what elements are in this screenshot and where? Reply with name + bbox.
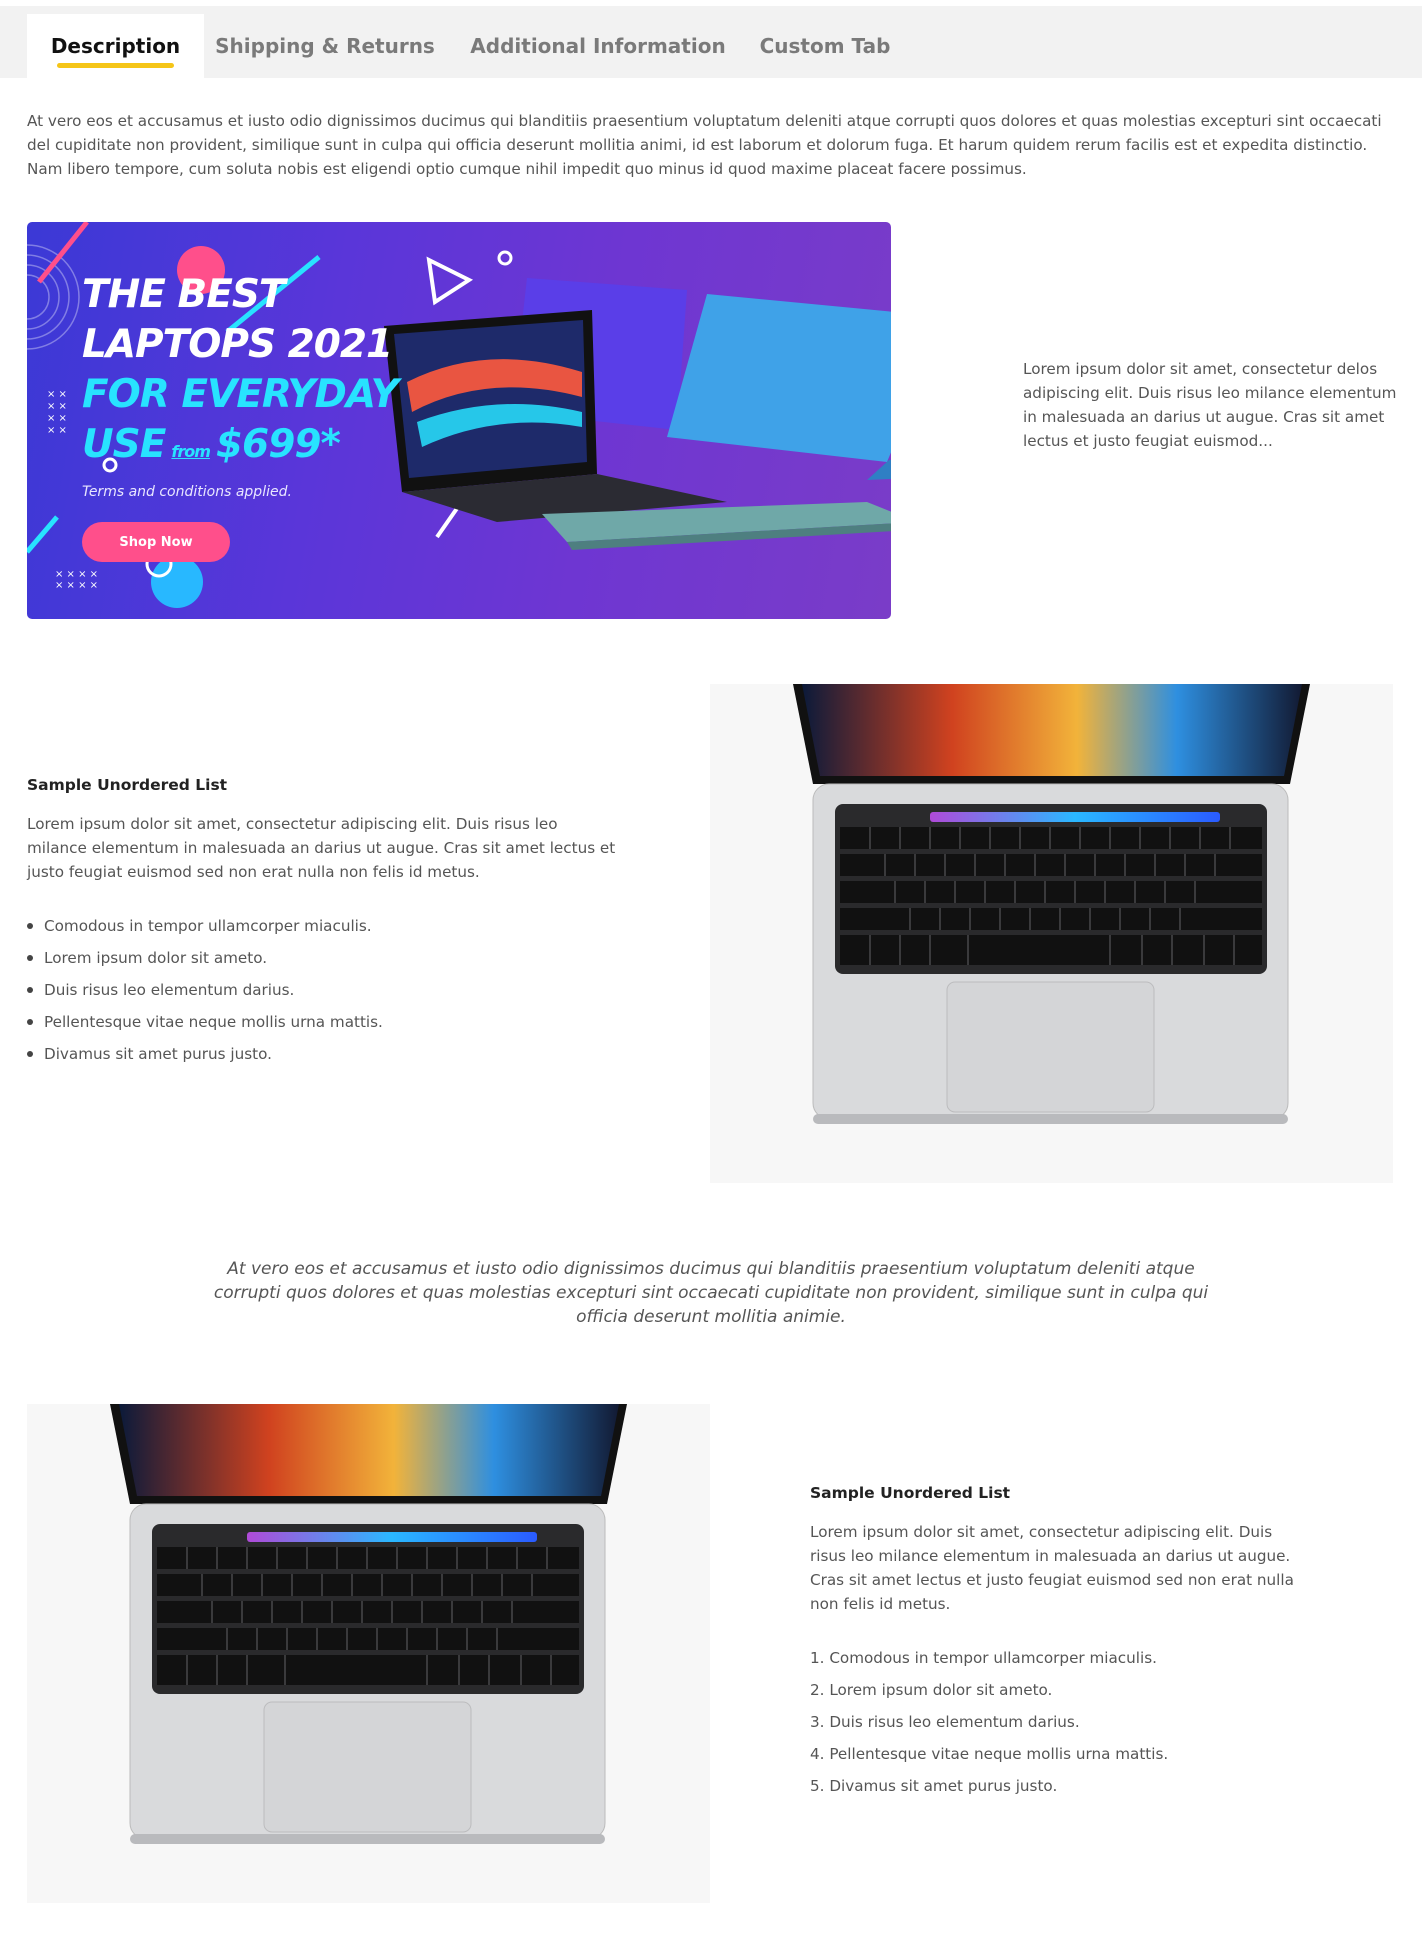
svg-text:× × × ×: × × × × bbox=[55, 569, 98, 580]
banner-line3: FOR EVERYDAY bbox=[82, 372, 399, 417]
tab-label: Shipping & Returns bbox=[215, 34, 435, 58]
tab-label: Description bbox=[50, 34, 181, 58]
sample-list-section-2: Sample Unordered List Lorem ipsum dolor … bbox=[810, 1484, 1310, 1806]
banner-from: from bbox=[171, 442, 211, 461]
tab-custom[interactable]: Custom Tab bbox=[750, 14, 900, 78]
section-paragraph: Lorem ipsum dolor sit amet, consectetur … bbox=[810, 1523, 1294, 1613]
banner-headline: THE BEST LAPTOPS 2021 FOR EVERYDAY USE fr… bbox=[82, 270, 399, 477]
banner-price-line: USE from $699* bbox=[82, 420, 398, 477]
list-item: 2. Lorem ipsum dolor sit ameto. bbox=[810, 1681, 1053, 1699]
laptop-top-view bbox=[793, 684, 1310, 1124]
tab-additional-information[interactable]: Additional Information bbox=[470, 14, 726, 78]
shop-now-button[interactable]: Shop Now bbox=[82, 522, 230, 562]
unordered-list: Comodous in tempor ullamcorper miaculis.… bbox=[27, 914, 617, 1074]
svg-text:× ×: × × bbox=[47, 401, 67, 412]
list-item: Lorem ipsum dolor sit ameto. bbox=[27, 946, 617, 978]
list-item: Divamus sit amet purus justo. bbox=[27, 1042, 617, 1074]
ordered-list: 1. Comodous in tempor ullamcorper miacul… bbox=[810, 1646, 1310, 1806]
list-item: Comodous in tempor ullamcorper miaculis. bbox=[27, 914, 617, 946]
svg-text:× × × ×: × × × × bbox=[55, 580, 98, 591]
section-title: Sample Unordered List bbox=[27, 776, 228, 794]
active-tab-underline bbox=[57, 63, 174, 68]
italic-quote: At vero eos et accusamus et iusto odio d… bbox=[213, 1259, 1209, 1327]
banner-price: $699* bbox=[215, 422, 341, 467]
svg-text:× ×: × × bbox=[47, 425, 67, 436]
list-item: 3. Duis risus leo elementum darius. bbox=[810, 1713, 1080, 1731]
list-item: 1. Comodous in tempor ullamcorper miacul… bbox=[810, 1649, 1157, 1667]
list-item: 4. Pellentesque vitae neque mollis urna … bbox=[810, 1745, 1169, 1763]
tab-label: Custom Tab bbox=[759, 34, 891, 58]
banner-terms: Terms and conditions applied. bbox=[82, 484, 292, 500]
description-intro: At vero eos et accusamus et iusto odio d… bbox=[27, 112, 1382, 178]
tab-shipping-returns[interactable]: Shipping & Returns bbox=[210, 14, 440, 78]
laptop-top-view bbox=[110, 1404, 627, 1844]
tab-label: Additional Information bbox=[470, 34, 726, 58]
promo-banner[interactable]: × × × × × × × × × × × × × × × × THE BEST LAP… bbox=[27, 222, 891, 619]
laptop-image-left bbox=[27, 1404, 710, 1903]
banner-use: USE bbox=[82, 422, 166, 467]
banner-side-text: Lorem ipsum dolor sit amet, consectetur … bbox=[1023, 360, 1397, 450]
tab-description[interactable]: Description bbox=[27, 14, 204, 78]
laptop-image-right bbox=[710, 684, 1393, 1183]
sample-list-section-1: Sample Unordered List Lorem ipsum dolor … bbox=[27, 776, 617, 1074]
section-title: Sample Unordered List bbox=[810, 1484, 1011, 1502]
list-item: Duis risus leo elementum darius. bbox=[27, 978, 617, 1010]
svg-text:× ×: × × bbox=[47, 389, 67, 400]
list-item: 5. Divamus sit amet purus justo. bbox=[810, 1777, 1058, 1795]
laptop-illustration bbox=[384, 278, 891, 550]
list-item: Pellentesque vitae neque mollis urna mat… bbox=[27, 1010, 617, 1042]
product-tabs: Description Shipping & Returns Additiona… bbox=[0, 6, 1422, 78]
svg-text:× ×: × × bbox=[47, 413, 67, 424]
banner-line1: THE BEST bbox=[82, 272, 286, 317]
section-paragraph: Lorem ipsum dolor sit amet, consectetur … bbox=[27, 815, 616, 881]
banner-line2: LAPTOPS 2021 bbox=[82, 322, 393, 367]
